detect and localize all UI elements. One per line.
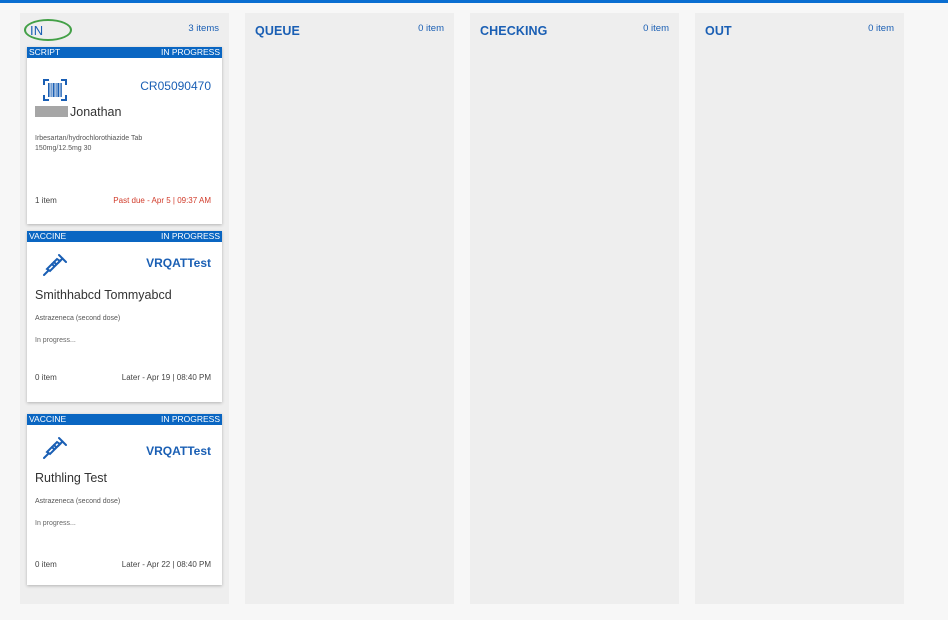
top-accent-bar [0, 0, 948, 3]
card-status: IN PROGRESS [160, 414, 220, 424]
card-item-count: 1 item [35, 196, 57, 205]
column-count-queue: 0 item [418, 23, 444, 34]
card-header: VACCINE IN PROGRESS [27, 414, 222, 425]
card-due-date: Past due - Apr 5 | 09:37 AM [113, 196, 211, 205]
card-type: VACCINE [29, 231, 67, 241]
column-count-in: 3 items [188, 23, 219, 34]
card-progress-text: In progress... [35, 337, 76, 344]
card-order-id[interactable]: VRQATTest [146, 444, 211, 458]
card-drug: Irbesartan/hydrochlorothiazide Tab 150mg… [35, 135, 143, 152]
column-title-in[interactable]: IN [24, 19, 72, 41]
order-card[interactable]: VACCINE IN PROGRESS VRQATTest Smithhabcd… [27, 231, 222, 402]
card-header: VACCINE IN PROGRESS [27, 231, 222, 242]
card-due-date: Later - Apr 19 | 08:40 PM [121, 373, 211, 382]
patient-name-text: Jonathan [70, 105, 122, 119]
card-type: VACCINE [29, 414, 67, 424]
column-checking[interactable]: CHECKING 0 item [470, 13, 679, 604]
card-patient-name: Smithhabcd Tommyabcd [35, 288, 172, 302]
column-title-checking[interactable]: CHECKING [480, 24, 547, 38]
card-item-count: 0 item [35, 373, 57, 382]
card-progress-text: In progress... [35, 520, 76, 527]
column-count-checking: 0 item [643, 23, 669, 34]
order-card[interactable]: VACCINE IN PROGRESS VRQATTest Ruthling T… [27, 414, 222, 585]
card-drug: Astrazeneca (second dose) [35, 315, 121, 322]
card-type: SCRIPT [29, 47, 61, 57]
redacted-block [35, 106, 68, 117]
column-queue[interactable]: QUEUE 0 item [245, 13, 454, 604]
card-order-id[interactable]: CR05090470 [140, 79, 211, 93]
card-item-count: 0 item [35, 560, 57, 569]
barcode-icon [43, 79, 67, 101]
card-status: IN PROGRESS [160, 231, 220, 241]
card-status: IN PROGRESS [160, 47, 220, 57]
column-count-out: 0 item [868, 23, 894, 34]
column-in[interactable]: IN 3 items SCRIPT IN PROGRESS CR05090470… [20, 13, 229, 604]
card-drug: Astrazeneca (second dose) [35, 498, 121, 505]
column-title-out[interactable]: OUT [705, 24, 732, 38]
card-order-id[interactable]: VRQATTest [146, 256, 211, 270]
order-card[interactable]: SCRIPT IN PROGRESS CR05090470 Jonathan I… [27, 47, 222, 224]
syringe-icon [43, 437, 67, 459]
column-title-queue[interactable]: QUEUE [255, 24, 300, 38]
highlight-circle [24, 19, 72, 41]
card-due-date: Later - Apr 22 | 08:40 PM [121, 560, 211, 569]
syringe-icon [43, 254, 67, 276]
card-patient-name: Ruthling Test [35, 471, 108, 485]
card-patient-name: Jonathan [35, 105, 121, 119]
column-out[interactable]: OUT 0 item [695, 13, 904, 604]
card-header: SCRIPT IN PROGRESS [27, 47, 222, 58]
